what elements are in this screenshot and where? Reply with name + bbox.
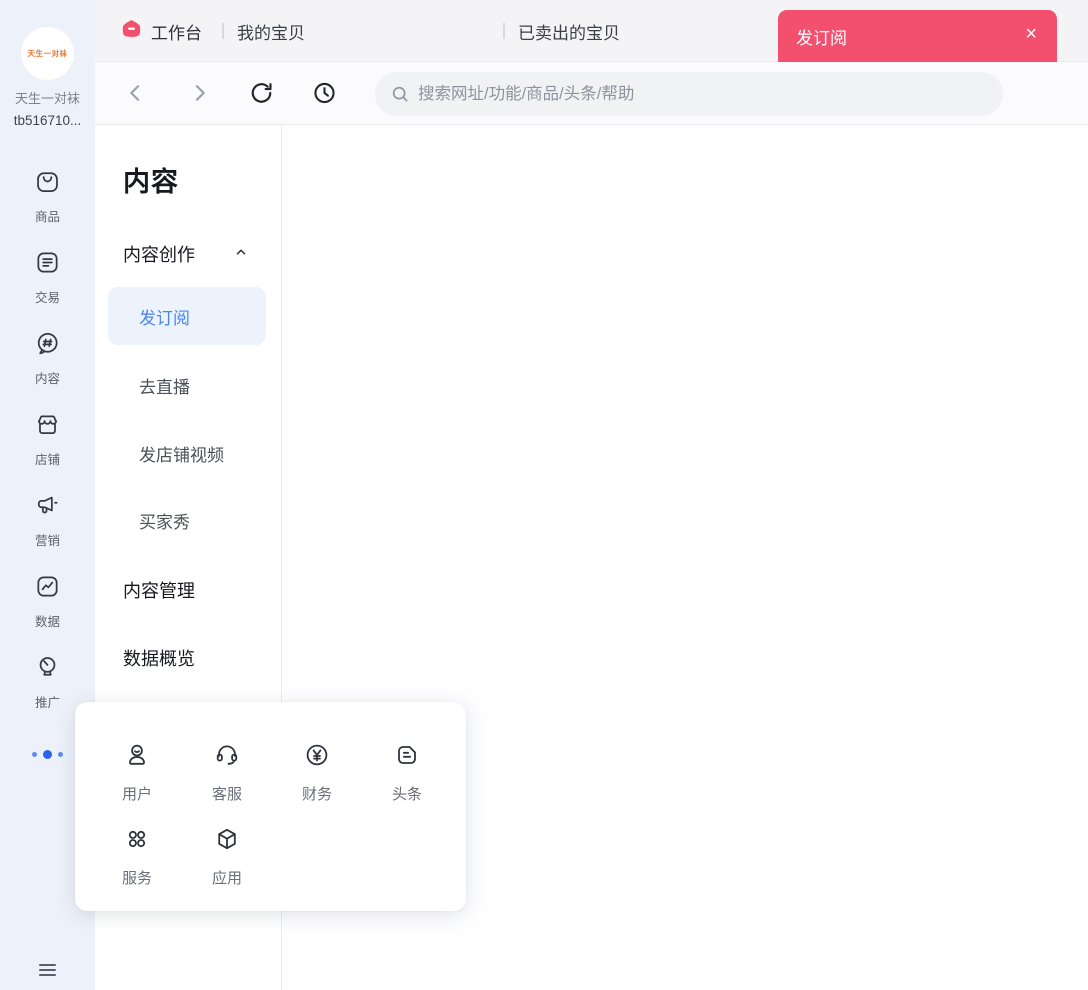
search-bar[interactable] — [375, 72, 1003, 116]
shop-logo: 天生一对袜 — [27, 49, 68, 58]
tab-separator — [222, 23, 224, 39]
sidebar-item-label: 交易 — [34, 291, 60, 305]
page-title: 内容 — [123, 167, 179, 197]
tab-sold-items[interactable]: 已卖出的宝贝 — [518, 0, 620, 62]
popup-item-finance[interactable]: 财务 — [285, 741, 349, 804]
tab-active-subscribe[interactable]: 发订阅 × — [778, 10, 1057, 62]
megaphone-icon — [34, 492, 61, 524]
yuan-circle-icon — [303, 741, 331, 774]
menu-item-subscribe-selected[interactable]: 发订阅 — [108, 287, 266, 345]
close-icon[interactable]: × — [1019, 22, 1043, 46]
user-icon — [123, 741, 151, 774]
popup-item-label: 客服 — [211, 786, 242, 803]
sidebar-item-shop[interactable]: 店铺 — [0, 411, 95, 468]
popup-item-label: 财务 — [301, 786, 332, 803]
app-window: 天生一对袜 天生一对袜 tb516710... 商品 交易 内容 店铺 营销 数… — [0, 0, 1088, 990]
sidebar-item-trade[interactable]: 交易 — [0, 249, 95, 306]
sidebar-item-data[interactable]: 数据 — [0, 573, 95, 630]
popup-item-users[interactable]: 用户 — [105, 741, 169, 804]
popup-item-label: 应用 — [211, 870, 242, 887]
ellipsis-dot-icon — [43, 749, 52, 759]
popup-item-headlines[interactable]: 头条 — [375, 741, 439, 804]
sidebar-item-goods[interactable]: 商品 — [0, 168, 95, 225]
trade-order-icon — [34, 249, 61, 281]
menu-item-go-live[interactable]: 去直播 — [139, 373, 190, 398]
forward-button[interactable] — [187, 81, 212, 106]
services-dots-icon — [123, 825, 151, 858]
history-clock-icon[interactable] — [312, 81, 337, 106]
avatar[interactable]: 天生一对袜 — [21, 27, 74, 80]
back-button[interactable] — [123, 81, 148, 106]
content-hash-bubble-icon — [34, 330, 61, 362]
popup-item-label: 服务 — [121, 870, 152, 887]
more-apps-popup: 用户 客服 财务 头条 服务 应用 — [75, 702, 466, 911]
popup-item-services[interactable]: 服务 — [105, 825, 169, 888]
hamburger-menu-button[interactable] — [36, 960, 59, 985]
menu-item-buyer-show[interactable]: 买家秀 — [139, 508, 190, 533]
line-chart-icon — [34, 573, 61, 605]
ellipsis-dot-icon — [32, 751, 37, 757]
search-icon — [392, 86, 408, 102]
popup-item-label: 头条 — [391, 786, 422, 803]
shop-id: tb516710... — [13, 113, 82, 128]
sidebar-item-label: 内容 — [34, 372, 60, 386]
news-card-icon — [393, 741, 421, 774]
search-input[interactable] — [418, 84, 988, 104]
popup-item-apps[interactable]: 应用 — [195, 825, 259, 888]
popup-item-customer-service[interactable]: 客服 — [195, 741, 259, 804]
sidebar-item-label: 店铺 — [34, 453, 60, 467]
tab-workbench[interactable]: 工作台 — [121, 0, 202, 62]
sidebar-item-label: 营销 — [34, 534, 60, 548]
headset-icon — [213, 741, 241, 774]
sidebar-item-label: 推广 — [34, 696, 60, 710]
ellipsis-dot-icon — [58, 751, 63, 757]
tab-bar: 工作台 我的宝贝 已卖出的宝贝 发订阅 × — [95, 0, 1088, 62]
lightbulb-icon — [34, 654, 61, 686]
menu-group-content-manage[interactable]: 内容管理 — [123, 577, 195, 603]
tab-separator — [503, 23, 505, 39]
popup-item-label: 用户 — [121, 786, 152, 803]
browser-nav-bar — [95, 62, 1088, 125]
sidebar-item-label: 数据 — [34, 615, 60, 629]
sidebar-item-label: 商品 — [34, 210, 60, 224]
menu-item-shop-video[interactable]: 发店铺视频 — [139, 441, 224, 466]
goods-bag-icon — [34, 168, 61, 200]
storefront-icon — [34, 411, 61, 443]
workbench-label: 工作台 — [151, 23, 202, 43]
menu-group-content-create[interactable]: 内容创作 — [123, 241, 195, 267]
refresh-icon[interactable] — [249, 81, 274, 106]
shop-name: 天生一对袜 — [14, 91, 80, 106]
menu-group-data-overview[interactable]: 数据概览 — [123, 645, 195, 671]
sidebar-item-content[interactable]: 内容 — [0, 330, 95, 387]
workbench-home-icon — [121, 18, 142, 44]
sidebar-item-marketing[interactable]: 营销 — [0, 492, 95, 549]
active-tab-label: 发订阅 — [796, 28, 847, 48]
chevron-up-icon[interactable] — [234, 245, 248, 259]
apps-cube-icon — [213, 825, 241, 858]
tab-my-items[interactable]: 我的宝贝 — [237, 0, 305, 62]
